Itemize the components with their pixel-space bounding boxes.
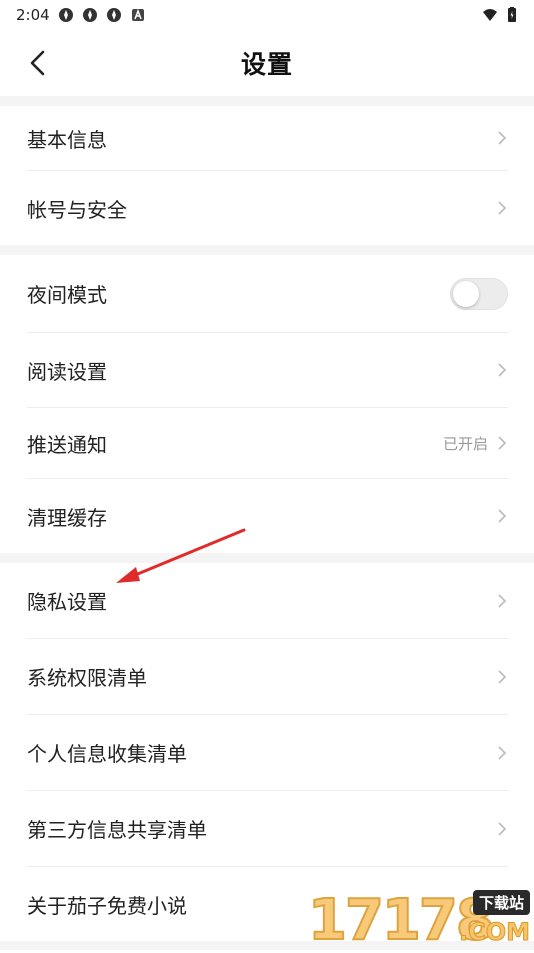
chevron-right-icon (498, 593, 507, 608)
row-label: 推送通知 (27, 432, 107, 457)
annotation-arrow-icon (116, 528, 246, 583)
chevron-right-icon (498, 509, 507, 523)
row-privacy-settings[interactable]: 隐私设置 (0, 563, 534, 638)
page-title: 设置 (240, 50, 293, 79)
row-label: 隐私设置 (27, 590, 107, 614)
row-label: 第三方信息共享清单 (27, 818, 207, 842)
row-label: 帐号与安全 (27, 197, 127, 222)
status-bar: 2:04 (0, 0, 534, 30)
chevron-right-icon (498, 436, 507, 450)
section-gap (0, 245, 534, 255)
back-arrow-icon (30, 50, 45, 76)
back-button[interactable] (18, 43, 58, 83)
app-notification-icon (58, 7, 74, 23)
row-push-notifications[interactable]: 推送通知 已开启 (0, 408, 534, 478)
watermark-logo: 17178 下载站 .COM (307, 884, 534, 953)
app-notification-icon (82, 7, 98, 23)
row-label: 阅读设置 (27, 359, 107, 384)
row-reading-settings[interactable]: 阅读设置 (0, 333, 534, 407)
row-system-permissions[interactable]: 系统权限清单 (0, 639, 534, 714)
chevron-right-icon (498, 821, 507, 836)
row-label: 个人信息收集清单 (27, 742, 187, 766)
section-gap (0, 553, 534, 563)
chevron-right-icon (498, 363, 507, 377)
chevron-right-icon (498, 669, 507, 684)
row-account-security[interactable]: 帐号与安全 (0, 171, 534, 245)
section-gap (0, 96, 534, 106)
row-label: 清理缓存 (27, 505, 107, 530)
watermark-suffix: .COM (458, 918, 530, 947)
row-basic-info[interactable]: 基本信息 (0, 106, 534, 170)
row-clear-cache[interactable]: 清理缓存 (0, 479, 534, 553)
toggle-knob (453, 280, 479, 307)
row-label: 系统权限清单 (27, 666, 147, 690)
watermark-badge: 下载站 (472, 890, 530, 915)
status-time: 2:04 (16, 6, 50, 24)
battery-icon (504, 7, 520, 23)
night-mode-toggle[interactable] (450, 277, 508, 310)
row-label: 夜间模式 (27, 283, 107, 307)
row-personal-info-collection[interactable]: 个人信息收集清单 (0, 715, 534, 790)
chevron-right-icon (498, 201, 507, 215)
row-third-party-sharing[interactable]: 第三方信息共享清单 (0, 791, 534, 866)
navigation-bar: 设置 (0, 30, 534, 96)
row-label: 基本信息 (27, 127, 107, 152)
chevron-right-icon (498, 131, 507, 145)
app-notification-icon (106, 7, 122, 23)
row-night-mode: 夜间模式 (0, 255, 534, 332)
wifi-icon (482, 7, 498, 23)
push-status-text: 已开启 (442, 434, 488, 453)
chevron-right-icon (498, 745, 507, 760)
a-icon (130, 7, 146, 23)
